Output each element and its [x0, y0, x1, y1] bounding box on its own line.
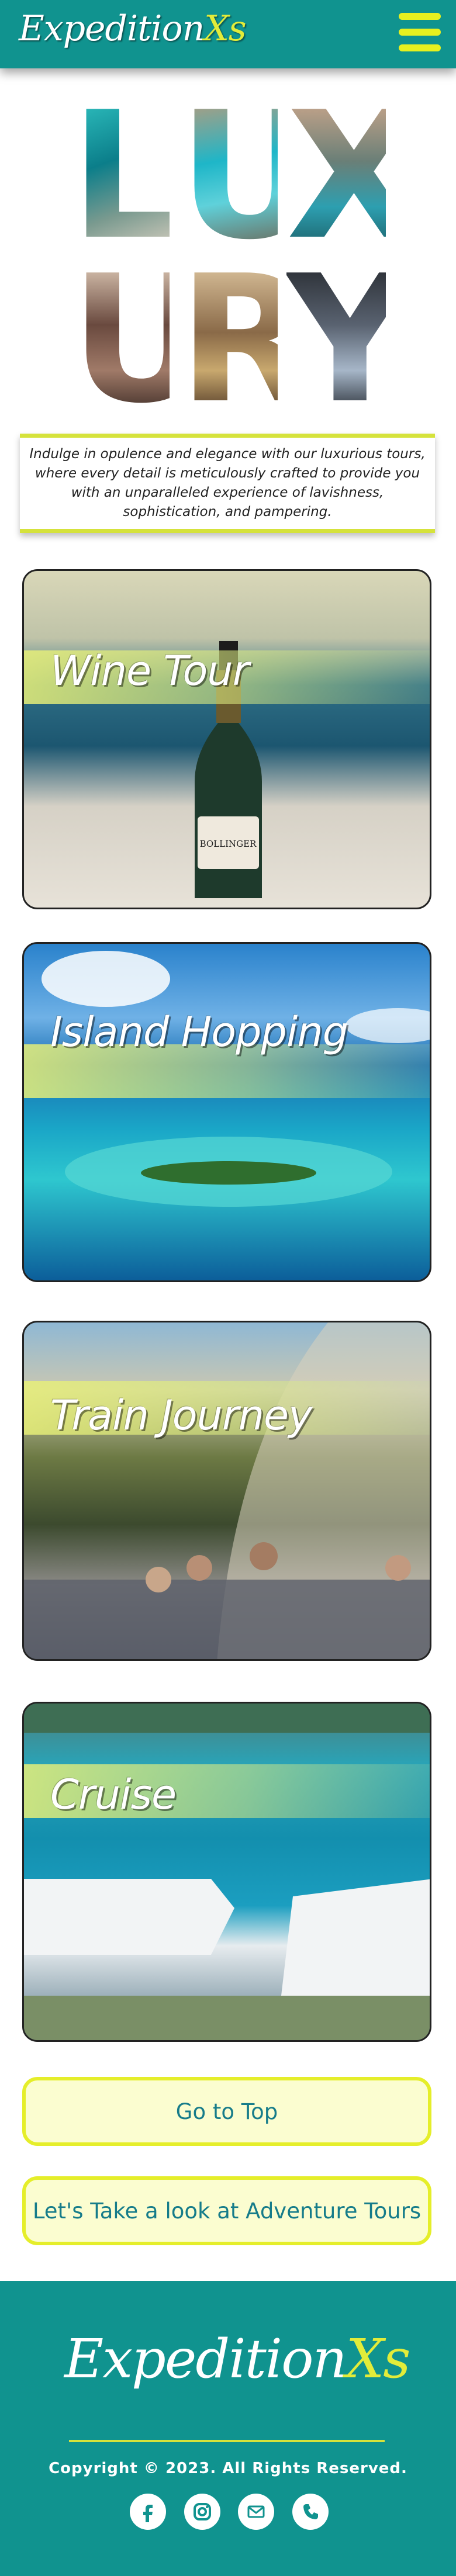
- intro-text: Indulge in opulence and elegance with ou…: [29, 446, 426, 520]
- instagram-icon[interactable]: [184, 2494, 220, 2530]
- logo-text: Expedition: [19, 8, 205, 49]
- facebook-icon[interactable]: [130, 2494, 166, 2530]
- site-footer: ExpeditionXs Copyright © 2023. All Right…: [0, 2281, 456, 2576]
- banner-letter: Y: [286, 238, 414, 442]
- tour-card-train-journey[interactable]: Train Journey: [22, 1321, 431, 1661]
- footer-logo[interactable]: ExpeditionXs: [64, 2328, 411, 2390]
- copyright-text: Copyright © 2023. All Rights Reserved.: [49, 2460, 407, 2477]
- banner-letter: X: [286, 74, 422, 278]
- hamburger-menu-icon[interactable]: [399, 13, 441, 51]
- go-to-top-button[interactable]: Go to Top: [22, 2077, 431, 2146]
- phone-icon[interactable]: [292, 2494, 329, 2530]
- bottle-label: BOLLINGER: [200, 839, 257, 849]
- social-links: [130, 2494, 329, 2535]
- tour-title: Wine Tour: [50, 647, 249, 695]
- banner-letter: R: [178, 238, 314, 442]
- tour-card-island-hopping[interactable]: Island Hopping: [22, 942, 431, 1282]
- banner-letter: L: [70, 74, 182, 278]
- footer-divider: [69, 2440, 385, 2442]
- cruise-image: [24, 1704, 430, 2040]
- luxury-banner: L U X U R Y: [70, 74, 422, 442]
- menu-bar: [399, 29, 441, 36]
- tour-card-wine[interactable]: BOLLINGER Wine Tour: [22, 569, 431, 909]
- site-header: ExpeditionXs: [0, 0, 456, 68]
- menu-bar: [399, 44, 441, 51]
- tour-card-cruise[interactable]: Cruise: [22, 1702, 431, 2042]
- menu-bar: [399, 13, 441, 20]
- tour-title: Cruise: [50, 1771, 177, 1819]
- footer-logo-text: Expedition: [64, 2328, 347, 2390]
- email-icon[interactable]: [238, 2494, 275, 2530]
- train-image: [24, 1322, 430, 1659]
- site-logo[interactable]: ExpeditionXs: [19, 8, 247, 49]
- banner-letter: U: [70, 238, 213, 442]
- tour-title: Island Hopping: [50, 1008, 348, 1056]
- logo-accent: Xs: [204, 8, 247, 49]
- banner-letter: U: [178, 74, 321, 278]
- intro-box: Indulge in opulence and elegance with ou…: [20, 434, 435, 533]
- tour-title: Train Journey: [50, 1391, 313, 1439]
- footer-logo-accent: Xs: [346, 2328, 411, 2390]
- adventure-tours-button[interactable]: Let's Take a look at Adventure Tours: [22, 2176, 431, 2245]
- island-image: [42, 951, 430, 1207]
